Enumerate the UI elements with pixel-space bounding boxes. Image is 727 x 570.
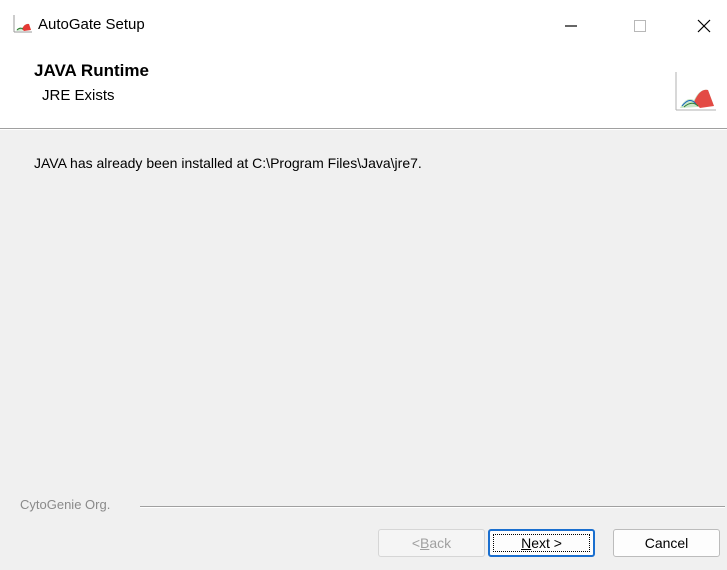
cancel-button[interactable]: Cancel (613, 529, 720, 557)
next-button[interactable]: Next > (488, 529, 595, 557)
page-subtitle: JRE Exists (42, 87, 115, 104)
minimize-button[interactable] (548, 0, 594, 52)
maximize-icon (634, 20, 646, 32)
wizard-header: JAVA Runtime JRE Exists (0, 52, 727, 128)
close-button[interactable] (681, 0, 727, 52)
back-button[interactable]: < Back (378, 529, 485, 557)
setup-window: AutoGate Setup JAVA Runtime JRE Exists J… (0, 0, 727, 570)
page-title: JAVA Runtime (34, 61, 149, 80)
brand-label: CytoGenie Org. (20, 497, 115, 512)
installer-logo-icon (675, 72, 716, 111)
minimize-icon (565, 25, 577, 27)
window-title: AutoGate Setup (38, 16, 145, 33)
status-message: JAVA has already been installed at C:\Pr… (34, 155, 422, 171)
maximize-button[interactable] (617, 0, 663, 52)
title-bar: AutoGate Setup (0, 0, 727, 52)
app-icon (13, 15, 32, 33)
close-icon (697, 19, 711, 33)
